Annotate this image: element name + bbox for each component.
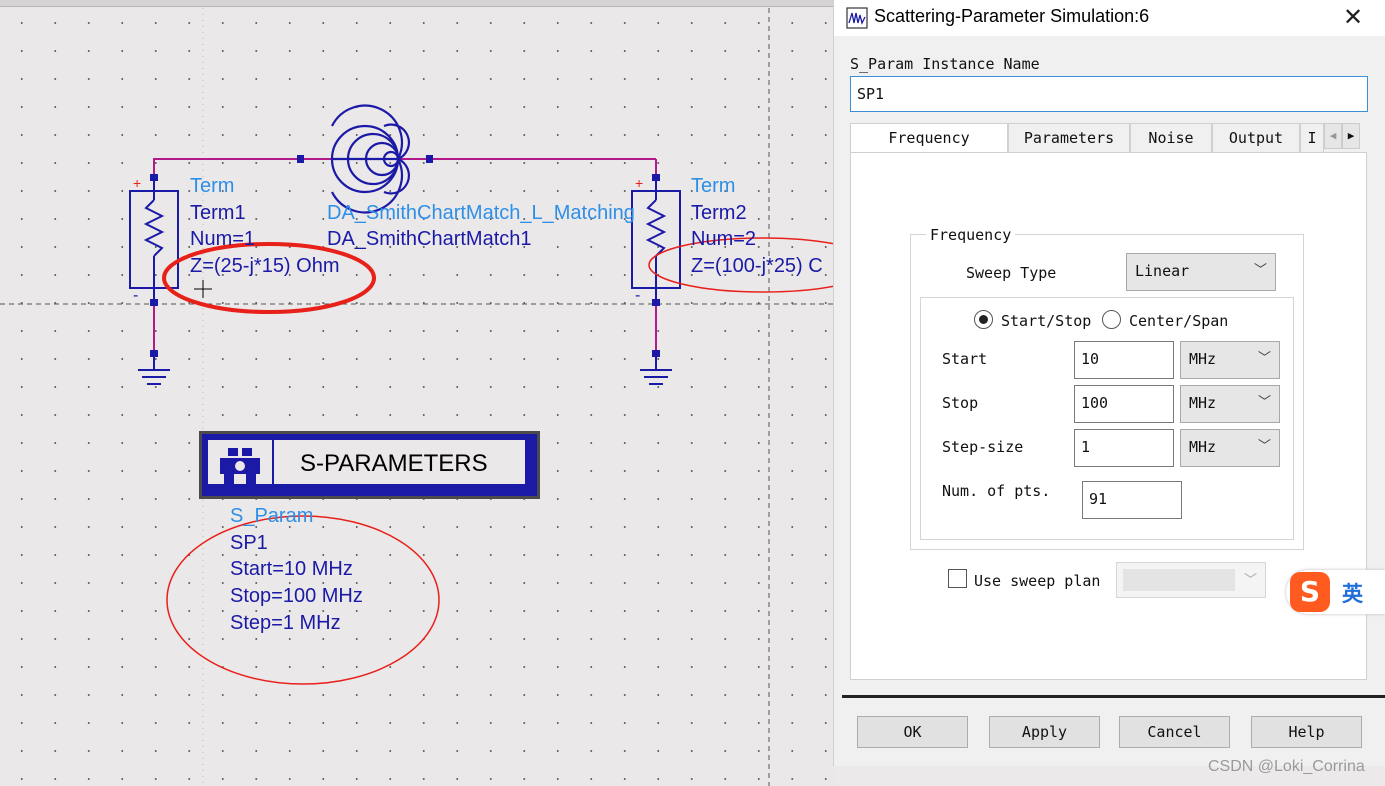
radio-center-span[interactable]: [1102, 310, 1121, 329]
radio-start-stop[interactable]: [974, 310, 993, 329]
tab-frequency[interactable]: Frequency: [850, 123, 1008, 154]
term1-name-label: Term1: [190, 202, 246, 224]
sparam-type-label: S_Param: [230, 505, 314, 527]
apply-button[interactable]: Apply: [989, 716, 1100, 748]
sparam-component-block[interactable]: S-PARAMETERS: [199, 431, 540, 499]
tab-parameters[interactable]: Parameters: [1008, 123, 1130, 153]
stop-input[interactable]: 100: [1074, 385, 1174, 423]
sparam-start-label: Start=10 MHz: [230, 558, 353, 580]
sweep-type-value: Linear: [1135, 262, 1190, 280]
term1-num-label: Num=1: [190, 228, 256, 250]
start-label: Start: [942, 350, 988, 368]
instance-name-input[interactable]: SP1: [850, 76, 1368, 112]
radio-start-stop-label: Start/Stop: [1001, 312, 1092, 330]
sweep-plan-select: ﹀: [1116, 562, 1266, 598]
term2-impedance-label: Z=(100-j*25) C: [691, 255, 823, 277]
sparam-stop-label: Stop=100 MHz: [230, 585, 363, 607]
use-sweep-plan-label: Use sweep plan: [974, 572, 1101, 590]
matcher-name-label: DA_SmithChartMatch1: [327, 228, 532, 250]
frequency-group-title: Frequency: [926, 226, 1016, 244]
chevron-down-icon: ﹀: [1257, 439, 1271, 454]
sweep-type-label: Sweep Type: [966, 264, 1057, 282]
term2-name-label: Term2: [691, 202, 747, 224]
dialog-title: Scattering-Parameter Simulation:6: [874, 6, 1150, 26]
chevron-down-icon: ﹀: [1257, 395, 1271, 410]
svg-text:+: +: [635, 175, 643, 191]
step-size-label: Step-size: [942, 438, 1024, 456]
sparam-step-label: Step=1 MHz: [230, 612, 341, 634]
watermark: CSDN @Loki_Corrina: [1208, 758, 1365, 775]
svg-text:-: -: [133, 287, 138, 304]
tab-output[interactable]: Output: [1212, 123, 1300, 153]
schematic-drawing: + - + -: [0, 8, 835, 786]
stop-label: Stop: [942, 394, 979, 412]
button-separator: [842, 695, 1385, 698]
tab-scroll-right-icon[interactable]: ▶: [1342, 123, 1360, 149]
chevron-down-icon: ﹀: [1253, 263, 1267, 278]
term1-type-label: Term: [190, 175, 235, 197]
tab-noise[interactable]: Noise: [1130, 123, 1212, 153]
sweep-type-select[interactable]: Linear ﹀: [1126, 253, 1276, 291]
start-unit-value: MHz: [1189, 350, 1217, 368]
term2-num-label: Num=2: [691, 228, 757, 250]
step-unit-select[interactable]: MHz ﹀: [1180, 429, 1280, 467]
instance-name-label: S_Param Instance Name: [850, 55, 1040, 73]
use-sweep-plan-checkbox[interactable]: [948, 569, 967, 588]
sogou-logo-icon: S: [1290, 572, 1330, 612]
chevron-down-icon: ﹀: [1257, 351, 1271, 366]
num-points-label: Num. of pts.: [942, 482, 1051, 500]
smith-chart-icon: [330, 104, 411, 214]
term2-type-label: Term: [691, 175, 736, 197]
cancel-button[interactable]: Cancel: [1119, 716, 1230, 748]
simulation-window-icon: [846, 7, 868, 29]
step-unit-value: MHz: [1189, 438, 1217, 456]
step-size-input[interactable]: 1: [1074, 429, 1174, 467]
stop-unit-value: MHz: [1189, 394, 1217, 412]
radio-center-span-label: Center/Span: [1129, 312, 1229, 330]
ime-mode-label: 英: [1342, 582, 1363, 606]
sparam-name-label: SP1: [230, 532, 268, 554]
ground-symbols: [138, 356, 672, 385]
svg-text:-: -: [635, 287, 640, 304]
sparam-block-title: S-PARAMETERS: [300, 450, 488, 477]
term1-impedance-label: Z=(25-j*15) Ohm: [190, 255, 340, 277]
matcher-type-label: DA_SmithChartMatch_L_Matching: [327, 202, 635, 224]
tab-scroll-left-icon[interactable]: ◀: [1324, 123, 1342, 149]
cursor-crosshair: [194, 280, 212, 298]
tab-truncated[interactable]: I: [1300, 123, 1324, 153]
start-unit-select[interactable]: MHz ﹀: [1180, 341, 1280, 379]
term2-symbol: + -: [631, 175, 681, 304]
schematic-canvas[interactable]: + - + - Term Term1 Num=1 Z=(25-j*15) Ohm…: [0, 0, 835, 786]
ok-button[interactable]: OK: [857, 716, 968, 748]
num-points-value: 91: [1082, 481, 1182, 519]
ime-indicator[interactable]: S 英: [1286, 570, 1385, 614]
svg-text:+: +: [133, 175, 141, 191]
help-button[interactable]: Help: [1251, 716, 1362, 748]
close-icon[interactable]: ✕: [1339, 4, 1367, 32]
sparam-gear-icon: [208, 440, 274, 484]
term1-symbol: + -: [129, 175, 179, 304]
stop-unit-select[interactable]: MHz ﹀: [1180, 385, 1280, 423]
sparam-dialog: Scattering-Parameter Simulation:6 ✕ S_Pa…: [833, 0, 1385, 766]
start-input[interactable]: 10: [1074, 341, 1174, 379]
dialog-titlebar[interactable]: Scattering-Parameter Simulation:6 ✕: [834, 0, 1385, 36]
chevron-down-icon: ﹀: [1243, 573, 1257, 588]
